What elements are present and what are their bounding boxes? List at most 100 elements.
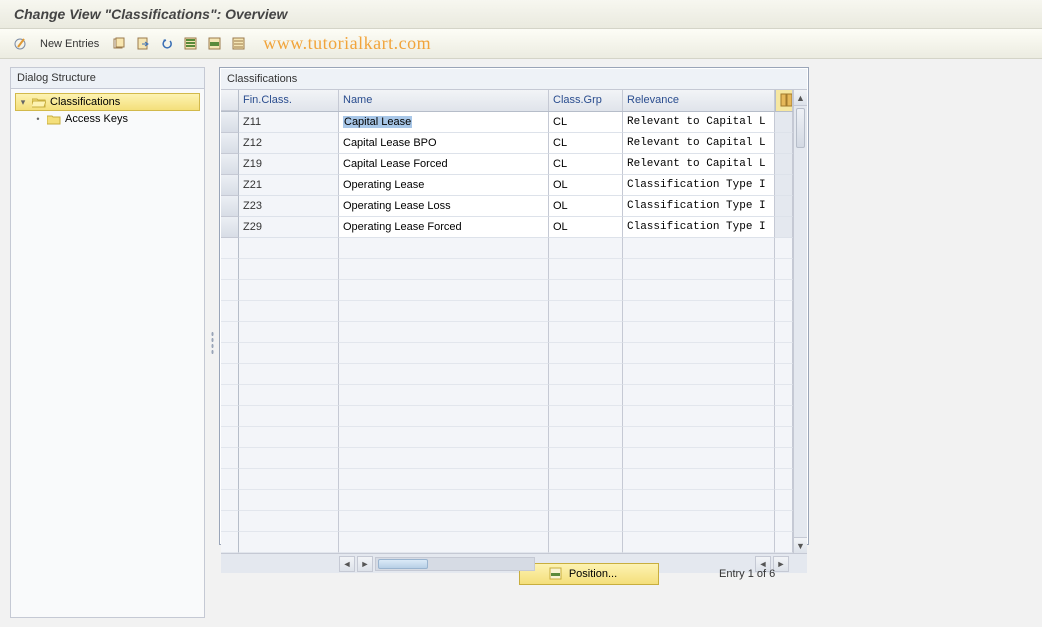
cell-fin-class[interactable] — [239, 280, 339, 301]
cell-class-grp[interactable]: CL — [549, 112, 623, 133]
cell-class-grp[interactable]: CL — [549, 154, 623, 175]
cell-class-grp[interactable] — [549, 490, 623, 511]
cell-relevance[interactable] — [623, 427, 775, 448]
col-relevance[interactable]: Relevance — [623, 90, 775, 111]
row-selector[interactable] — [221, 364, 239, 385]
row-selector[interactable] — [221, 448, 239, 469]
row-selector[interactable] — [221, 385, 239, 406]
cell-name[interactable] — [339, 238, 549, 259]
row-selector[interactable] — [221, 259, 239, 280]
cell-relevance[interactable]: Classification Type I — [623, 175, 775, 196]
row-selector[interactable] — [221, 154, 239, 175]
cell-fin-class[interactable] — [239, 385, 339, 406]
cell-class-grp[interactable] — [549, 238, 623, 259]
cell-relevance[interactable]: Classification Type I — [623, 196, 775, 217]
cell-class-grp[interactable]: CL — [549, 133, 623, 154]
cell-relevance[interactable] — [623, 322, 775, 343]
cell-fin-class[interactable]: Z21 — [239, 175, 339, 196]
cell-fin-class[interactable] — [239, 238, 339, 259]
cell-name[interactable]: Operating Lease Forced — [339, 217, 549, 238]
scroll-thumb-horizontal[interactable] — [378, 559, 428, 569]
table-row[interactable]: Z12Capital Lease BPOCLRelevant to Capita… — [221, 133, 793, 154]
cell-fin-class[interactable] — [239, 406, 339, 427]
table-row[interactable]: Z11Capital LeaseCLRelevant to Capital L — [221, 112, 793, 133]
cell-relevance[interactable] — [623, 343, 775, 364]
cell-name[interactable] — [339, 301, 549, 322]
row-selector[interactable] — [221, 469, 239, 490]
table-row-empty[interactable] — [221, 301, 793, 322]
table-row-empty[interactable] — [221, 427, 793, 448]
cell-class-grp[interactable] — [549, 301, 623, 322]
cell-name[interactable]: Capital Lease Forced — [339, 154, 549, 175]
cell-name[interactable] — [339, 448, 549, 469]
table-row-empty[interactable] — [221, 280, 793, 301]
cell-relevance[interactable] — [623, 406, 775, 427]
scroll-down-icon[interactable]: ▼ — [794, 537, 807, 553]
row-selector[interactable] — [221, 217, 239, 238]
cell-name[interactable] — [339, 406, 549, 427]
cell-fin-class[interactable] — [239, 469, 339, 490]
cell-relevance[interactable] — [623, 511, 775, 532]
table-row[interactable]: Z23Operating Lease LossOLClassification … — [221, 196, 793, 217]
row-selector[interactable] — [221, 196, 239, 217]
table-config-icon[interactable] — [775, 90, 793, 111]
table-row-empty[interactable] — [221, 406, 793, 427]
cell-class-grp[interactable] — [549, 469, 623, 490]
cell-class-grp[interactable] — [549, 322, 623, 343]
select-all-icon[interactable] — [181, 34, 201, 54]
cell-class-grp[interactable] — [549, 406, 623, 427]
table-row-empty[interactable] — [221, 385, 793, 406]
table-row-empty[interactable] — [221, 469, 793, 490]
cell-class-grp[interactable] — [549, 343, 623, 364]
table-row-empty[interactable] — [221, 238, 793, 259]
row-selector[interactable] — [221, 301, 239, 322]
cell-fin-class[interactable]: Z23 — [239, 196, 339, 217]
select-block-icon[interactable] — [205, 34, 225, 54]
cell-class-grp[interactable]: OL — [549, 175, 623, 196]
cell-class-grp[interactable] — [549, 385, 623, 406]
copy-icon[interactable] — [109, 34, 129, 54]
row-selector[interactable] — [221, 238, 239, 259]
cell-relevance[interactable]: Relevant to Capital L — [623, 112, 775, 133]
cell-relevance[interactable] — [623, 385, 775, 406]
table-row[interactable]: Z19Capital Lease ForcedCLRelevant to Cap… — [221, 154, 793, 175]
cell-fin-class[interactable] — [239, 259, 339, 280]
cell-class-grp[interactable] — [549, 448, 623, 469]
table-row-empty[interactable] — [221, 322, 793, 343]
cell-fin-class[interactable]: Z12 — [239, 133, 339, 154]
scroll-thumb-vertical[interactable] — [796, 108, 805, 148]
cell-name[interactable] — [339, 385, 549, 406]
cell-relevance[interactable] — [623, 301, 775, 322]
cell-relevance[interactable] — [623, 259, 775, 280]
cell-name[interactable]: Operating Lease Loss — [339, 196, 549, 217]
row-selector[interactable] — [221, 343, 239, 364]
col-class-grp[interactable]: Class.Grp — [549, 90, 623, 111]
cell-fin-class[interactable] — [239, 364, 339, 385]
deselect-all-icon[interactable] — [229, 34, 249, 54]
cell-name[interactable] — [339, 490, 549, 511]
row-selector[interactable] — [221, 427, 239, 448]
cell-fin-class[interactable] — [239, 490, 339, 511]
cell-name[interactable] — [339, 511, 549, 532]
cell-name[interactable]: Operating Lease — [339, 175, 549, 196]
col-fin-class[interactable]: Fin.Class. — [239, 90, 339, 111]
cell-class-grp[interactable] — [549, 364, 623, 385]
cell-fin-class[interactable] — [239, 322, 339, 343]
tree-collapse-icon[interactable]: ▾ — [18, 97, 28, 108]
cell-name[interactable] — [339, 364, 549, 385]
cell-name[interactable] — [339, 322, 549, 343]
position-button[interactable]: Position... — [519, 563, 659, 585]
toggle-edit-icon[interactable] — [10, 34, 30, 54]
table-row-empty[interactable] — [221, 490, 793, 511]
cell-relevance[interactable] — [623, 364, 775, 385]
row-selector[interactable] — [221, 133, 239, 154]
row-selector[interactable] — [221, 322, 239, 343]
cell-name[interactable] — [339, 427, 549, 448]
tree-item-access-keys[interactable]: • Access Keys — [15, 111, 200, 127]
table-row-empty[interactable] — [221, 364, 793, 385]
cell-name[interactable] — [339, 280, 549, 301]
cell-class-grp[interactable]: OL — [549, 217, 623, 238]
table-row-empty[interactable] — [221, 259, 793, 280]
cell-relevance[interactable] — [623, 280, 775, 301]
row-selector[interactable] — [221, 490, 239, 511]
